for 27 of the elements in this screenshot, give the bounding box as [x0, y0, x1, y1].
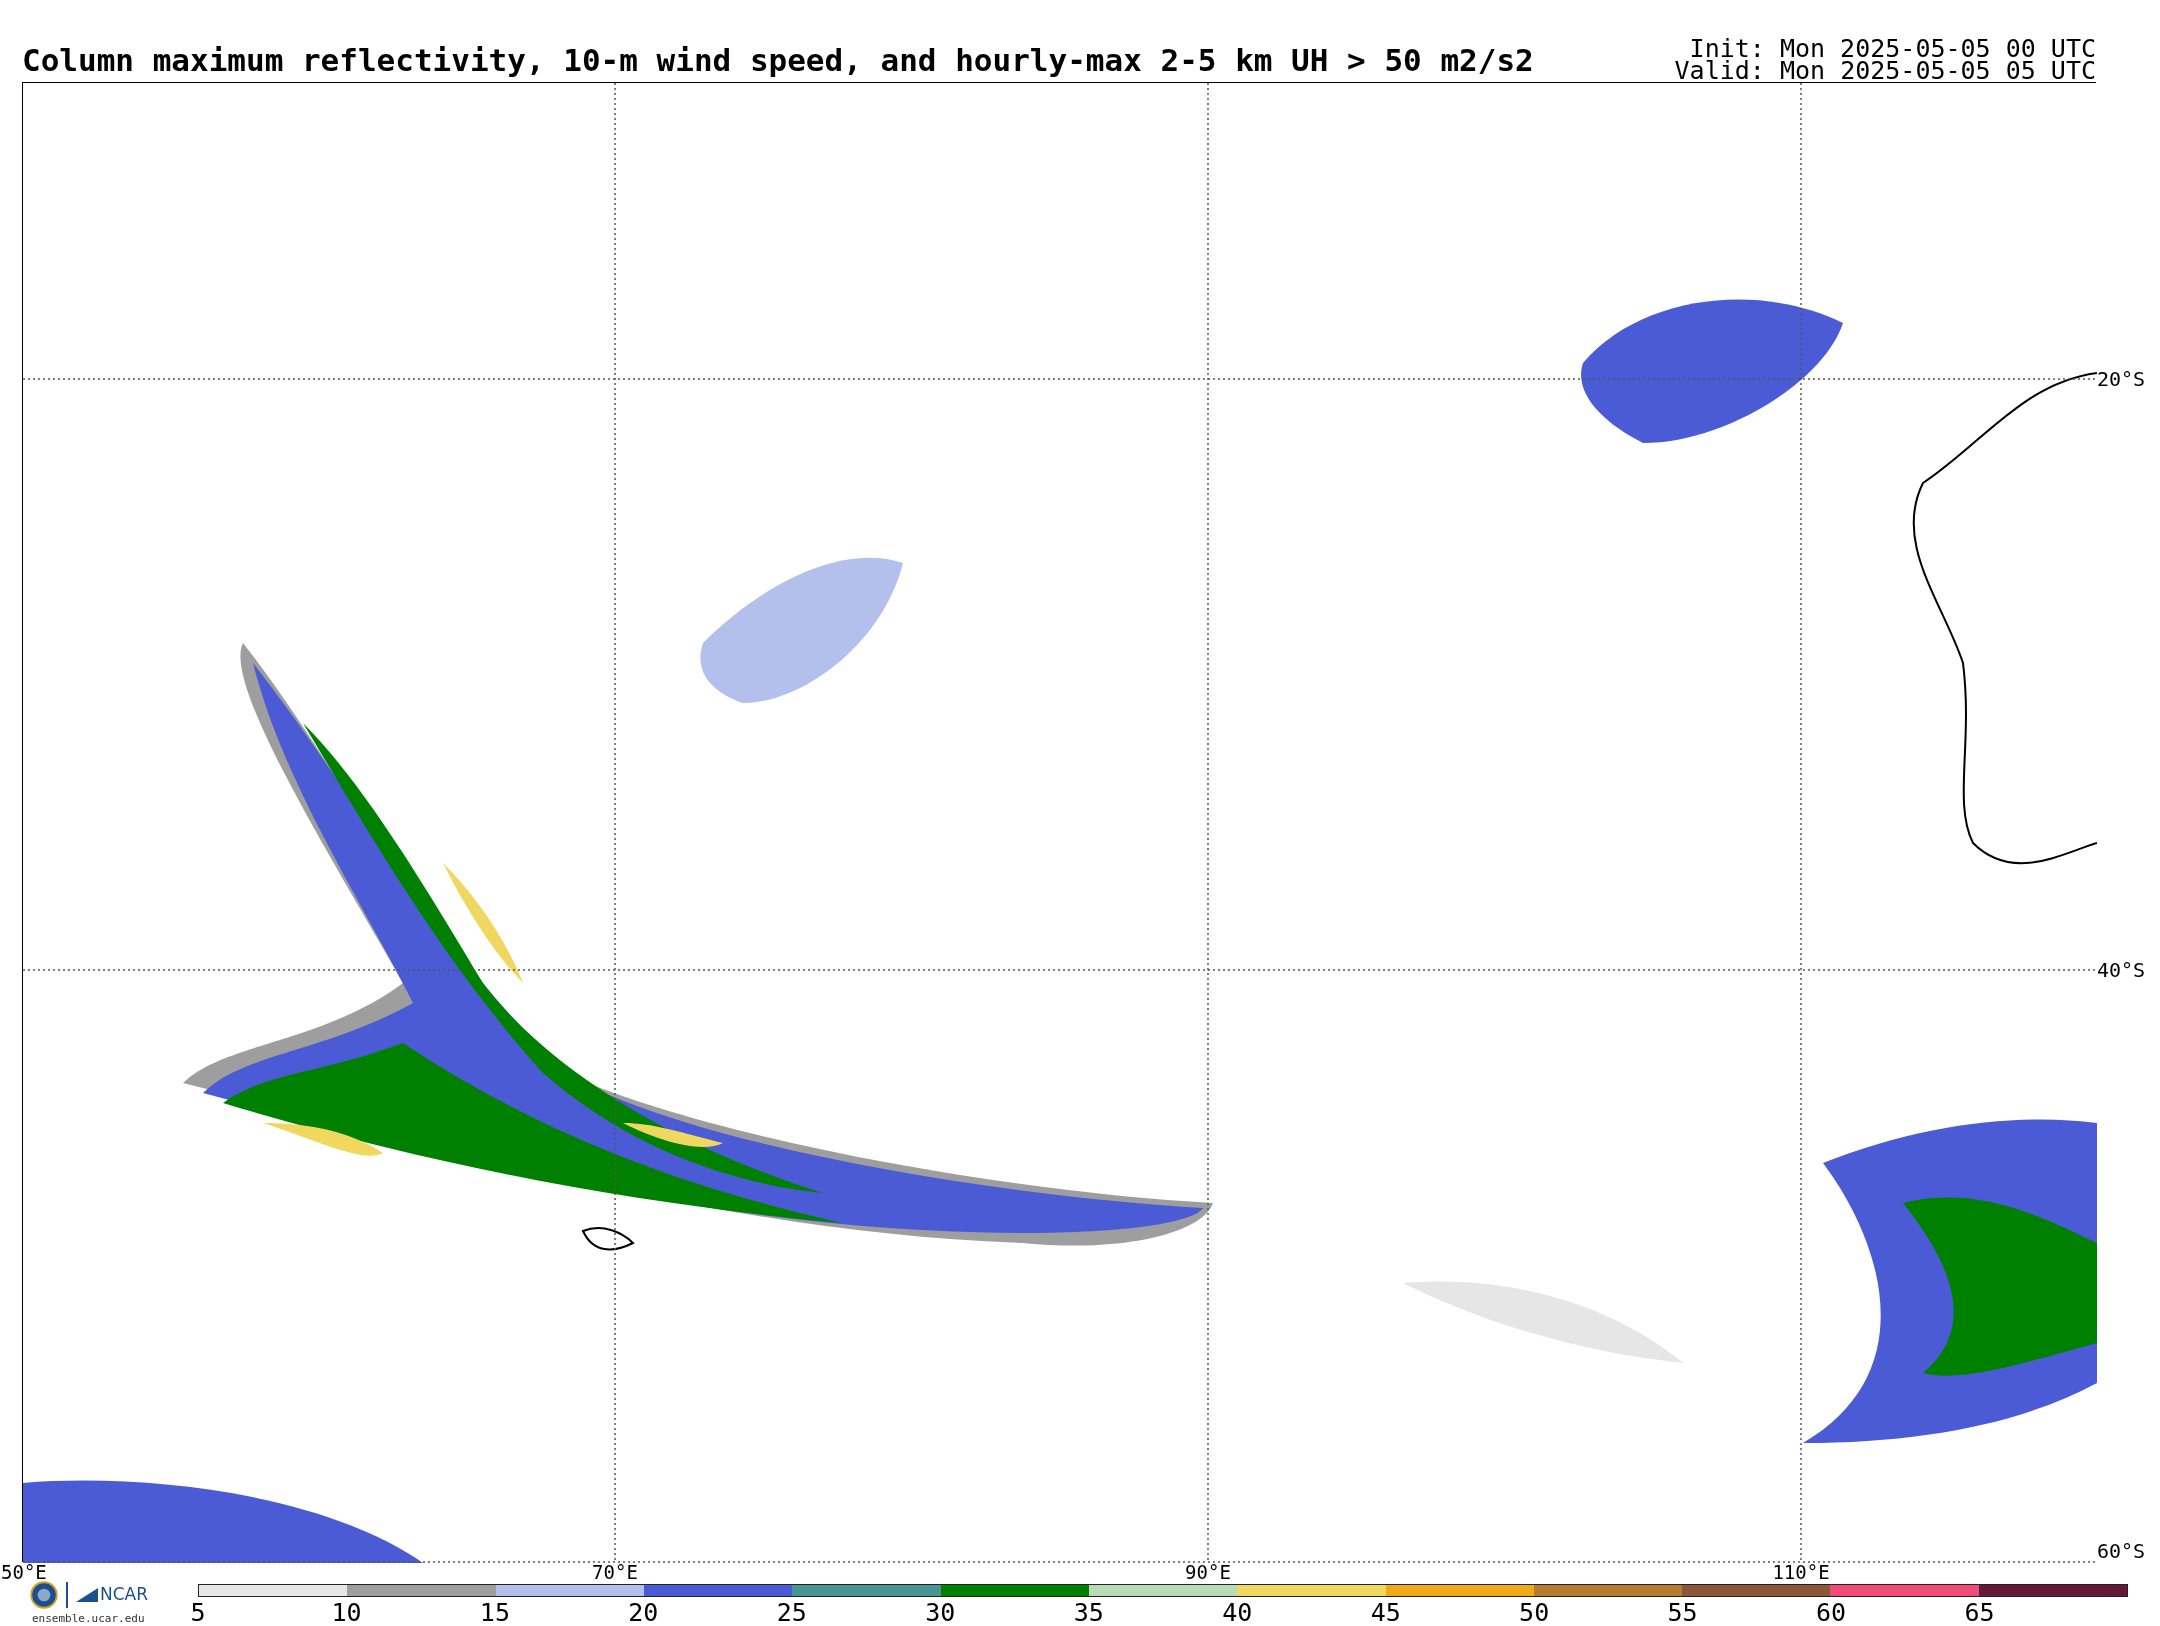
colorbar-label: 65 [1964, 1600, 1995, 1625]
colorbar-label: 35 [1073, 1600, 1104, 1625]
longitude-label: 50°E [1, 1563, 47, 1582]
longitude-label: 110°E [1772, 1563, 1830, 1582]
colorbar-label: 50 [1519, 1600, 1550, 1625]
logo-divider-icon [66, 1582, 68, 1608]
colorbar-label: 45 [1370, 1600, 1401, 1625]
seal-logo-icon [30, 1581, 58, 1609]
latitude-label: 60°S [2097, 1541, 2146, 1561]
latitude-label: 20°S [2097, 369, 2146, 389]
init-time: Init: Mon 2025-05-05 00 UTC [1689, 38, 2096, 60]
colorbar-label: 15 [479, 1600, 510, 1625]
chart-title: Column maximum reflectivity, 10-m wind speed, and hourly-max 2-5 km UH > 50 m2/s2 [22, 45, 1534, 76]
colorbar-label: 40 [1222, 1600, 1253, 1625]
colorbar-label: 30 [925, 1600, 956, 1625]
colorbar-label: 5 [190, 1600, 206, 1625]
colorbar-label: 25 [776, 1600, 807, 1625]
colorbar-label: 20 [628, 1600, 659, 1625]
colorbar-label: 55 [1667, 1600, 1698, 1625]
website-label: ensemble.ucar.edu [32, 1611, 145, 1626]
longitude-label: 90°E [1185, 1563, 1231, 1582]
latitude-label: 40°S [2097, 960, 2146, 980]
colorbar-label: 10 [331, 1600, 362, 1625]
ncar-logo: NCAR [76, 1582, 149, 1608]
valid-time: Valid: Mon 2025-05-05 05 UTC [1674, 60, 2096, 82]
colorbar-label: 60 [1816, 1600, 1847, 1625]
longitude-label: 70°E [592, 1563, 638, 1582]
